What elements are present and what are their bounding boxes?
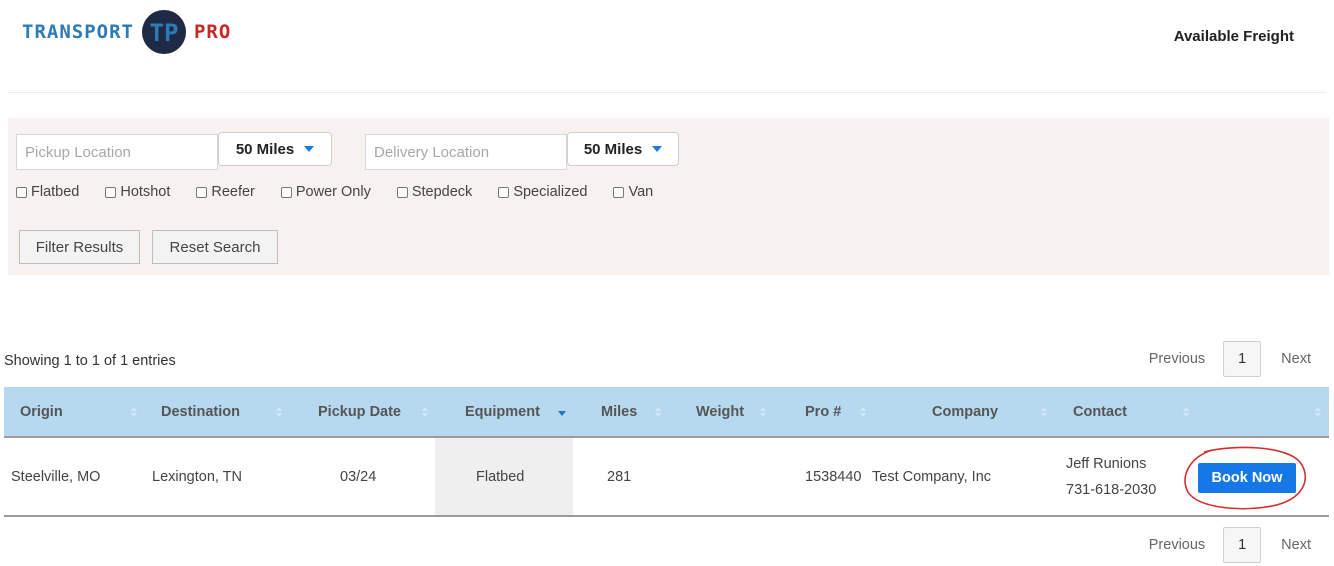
pagination-bottom: Previous 1 Next — [1149, 527, 1311, 563]
pickup-location-input[interactable] — [16, 134, 218, 170]
delivery-radius-label: 50 Miles — [583, 140, 643, 158]
pickup-radius-label: 50 Miles — [235, 140, 295, 158]
checkbox-van[interactable]: Van — [613, 184, 653, 200]
checkbox-label: Hotshot — [120, 184, 171, 200]
checkbox-flatbed[interactable]: Flatbed — [16, 184, 79, 200]
cell-contact: Jeff Runions 731-618-2030 — [1066, 438, 1156, 515]
sort-icon[interactable] — [655, 407, 661, 417]
checkbox-box[interactable] — [498, 186, 510, 198]
checkbox-label: Power Only — [295, 184, 371, 200]
logo-mark-text: TP — [150, 19, 179, 45]
logo-text-pro: PRO — [193, 21, 232, 43]
sort-icon[interactable] — [1315, 407, 1321, 417]
checkbox-box[interactable] — [196, 186, 208, 198]
pagination-previous[interactable]: Previous — [1149, 351, 1205, 367]
delivery-radius-dropdown[interactable]: 50 Miles — [567, 132, 679, 166]
equipment-checkboxes: Flatbed Hotshot Reefer Power Only Stepde… — [16, 184, 679, 200]
sort-icon[interactable] — [276, 407, 282, 417]
checkbox-specialized[interactable]: Specialized — [498, 184, 587, 200]
column-header-equipment[interactable]: Equipment — [465, 387, 540, 436]
caret-down-icon — [652, 146, 663, 152]
contact-phone: 731-618-2030 — [1066, 481, 1157, 498]
checkbox-box[interactable] — [16, 186, 27, 198]
sort-icon[interactable] — [422, 407, 428, 417]
pagination-next[interactable]: Next — [1281, 351, 1311, 367]
checkbox-stepdeck[interactable]: Stepdeck — [396, 184, 473, 200]
filter-panel: 50 Miles 50 Miles Flatbed Hotshot Reefer… — [8, 118, 1329, 275]
checkbox-label: Specialized — [513, 184, 588, 200]
checkbox-box[interactable] — [396, 186, 408, 198]
pickup-radius-dropdown[interactable]: 50 Miles — [218, 132, 332, 166]
column-header-miles[interactable]: Miles — [601, 387, 637, 436]
pagination-page-1[interactable]: 1 — [1223, 527, 1262, 563]
site-logo[interactable]: TRANSPORT TP PRO — [22, 10, 231, 54]
cell-pickup-date: 03/24 — [340, 468, 377, 485]
column-header-contact[interactable]: Contact — [1073, 387, 1127, 436]
checkbox-box[interactable] — [105, 186, 117, 198]
sort-icon[interactable] — [1041, 407, 1047, 417]
table-header-row: Origin Destination Pickup Date Equipment… — [4, 387, 1329, 438]
delivery-location-input[interactable] — [365, 134, 567, 170]
checkbox-label: Reefer — [211, 184, 255, 200]
checkbox-label: Stepdeck — [411, 184, 473, 200]
column-header-pickup-date[interactable]: Pickup Date — [318, 387, 401, 436]
checkbox-reefer[interactable]: Reefer — [196, 184, 255, 200]
column-header-weight[interactable]: Weight — [696, 387, 744, 436]
column-header-company[interactable]: Company — [932, 387, 998, 436]
logo-text-transport: TRANSPORT — [22, 21, 134, 43]
cell-pro-number: 1538440 — [805, 468, 862, 485]
annotation-circle — [1184, 446, 1306, 510]
checkbox-hotshot[interactable]: Hotshot — [105, 184, 170, 200]
checkbox-label: Van — [628, 184, 654, 200]
contact-name: Jeff Runions — [1066, 455, 1147, 472]
freight-table: Origin Destination Pickup Date Equipment… — [4, 387, 1329, 517]
sort-icon[interactable] — [1183, 407, 1189, 417]
cell-equipment: Flatbed — [476, 468, 525, 485]
checkbox-label: Flatbed — [31, 184, 80, 200]
caret-down-icon — [304, 146, 315, 152]
sort-descending-icon[interactable] — [558, 411, 566, 416]
cell-destination: Lexington, TN — [152, 468, 243, 485]
header-divider — [8, 92, 1326, 93]
checkbox-box[interactable] — [613, 186, 625, 198]
checkbox-power-only[interactable]: Power Only — [280, 184, 371, 200]
sort-icon[interactable] — [760, 407, 766, 417]
checkbox-box[interactable] — [280, 186, 292, 198]
entries-info: Showing 1 to 1 of 1 entries — [4, 353, 176, 369]
pagination-top: Previous 1 Next — [1149, 341, 1311, 377]
cell-miles: 281 — [607, 468, 632, 485]
column-header-destination[interactable]: Destination — [161, 387, 240, 436]
filter-results-button[interactable]: Filter Results — [19, 230, 140, 264]
logo-mark-icon: TP — [141, 10, 186, 54]
pagination-next[interactable]: Next — [1281, 537, 1311, 553]
column-header-pro-number[interactable]: Pro # — [805, 387, 841, 436]
sort-icon[interactable] — [131, 407, 137, 417]
pagination-previous[interactable]: Previous — [1149, 537, 1205, 553]
column-header-origin[interactable]: Origin — [20, 387, 63, 436]
cell-company: Test Company, Inc — [872, 468, 992, 485]
cell-origin: Steelville, MO — [11, 468, 101, 485]
table-row: Steelville, MO Lexington, TN 03/24 Flatb… — [4, 438, 1329, 517]
nav-available-freight[interactable]: Available Freight — [1174, 28, 1294, 45]
sort-icon[interactable] — [860, 407, 866, 417]
pagination-page-1[interactable]: 1 — [1223, 341, 1262, 377]
reset-search-button[interactable]: Reset Search — [152, 230, 278, 264]
